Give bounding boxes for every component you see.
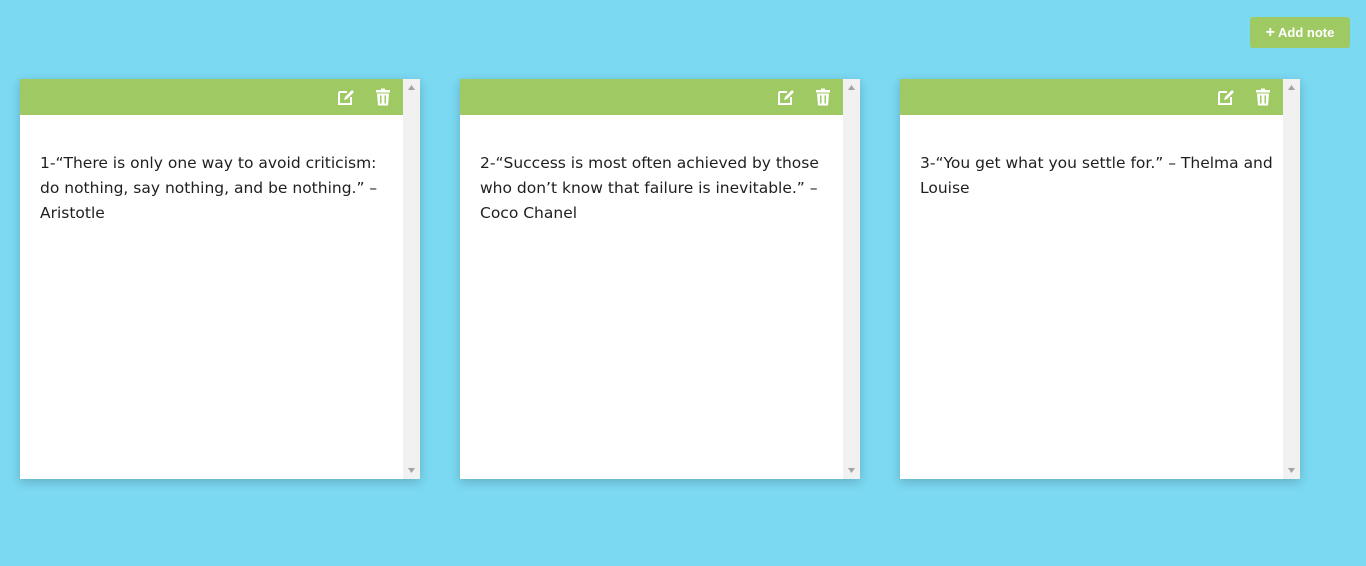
edit-icon[interactable] [336, 87, 356, 107]
note-scrollbar[interactable] [1283, 79, 1300, 479]
note-card: 3-“You get what you settle for.” – Thelm… [900, 79, 1300, 479]
note-text[interactable]: 3-“You get what you settle for.” – Thelm… [920, 151, 1274, 201]
scroll-down-arrow-icon[interactable] [843, 462, 860, 479]
note-scrollbar[interactable] [403, 79, 420, 479]
scroll-down-arrow-icon[interactable] [403, 462, 420, 479]
edit-icon[interactable] [1216, 87, 1236, 107]
scroll-up-arrow-icon[interactable] [843, 79, 860, 96]
scroll-down-arrow-icon[interactable] [1283, 462, 1300, 479]
note-scrollbar[interactable] [843, 79, 860, 479]
note-text[interactable]: 1-“There is only one way to avoid critic… [40, 151, 394, 226]
add-note-label: Add note [1278, 25, 1335, 40]
trash-icon[interactable] [373, 87, 393, 107]
note-header [20, 79, 403, 115]
note-header [460, 79, 843, 115]
trash-icon[interactable] [813, 87, 833, 107]
note-card: 1-“There is only one way to avoid critic… [20, 79, 420, 479]
scroll-up-arrow-icon[interactable] [403, 79, 420, 96]
note-card: 2-“Success is most often achieved by tho… [460, 79, 860, 479]
plus-icon: + [1265, 23, 1275, 41]
trash-icon[interactable] [1253, 87, 1273, 107]
scroll-up-arrow-icon[interactable] [1283, 79, 1300, 96]
edit-icon[interactable] [776, 87, 796, 107]
add-note-button[interactable]: + Add note [1250, 17, 1350, 48]
notes-board: + Add note 1-“There is only one way to a… [0, 0, 1366, 566]
note-header [900, 79, 1283, 115]
note-text[interactable]: 2-“Success is most often achieved by tho… [480, 151, 834, 226]
